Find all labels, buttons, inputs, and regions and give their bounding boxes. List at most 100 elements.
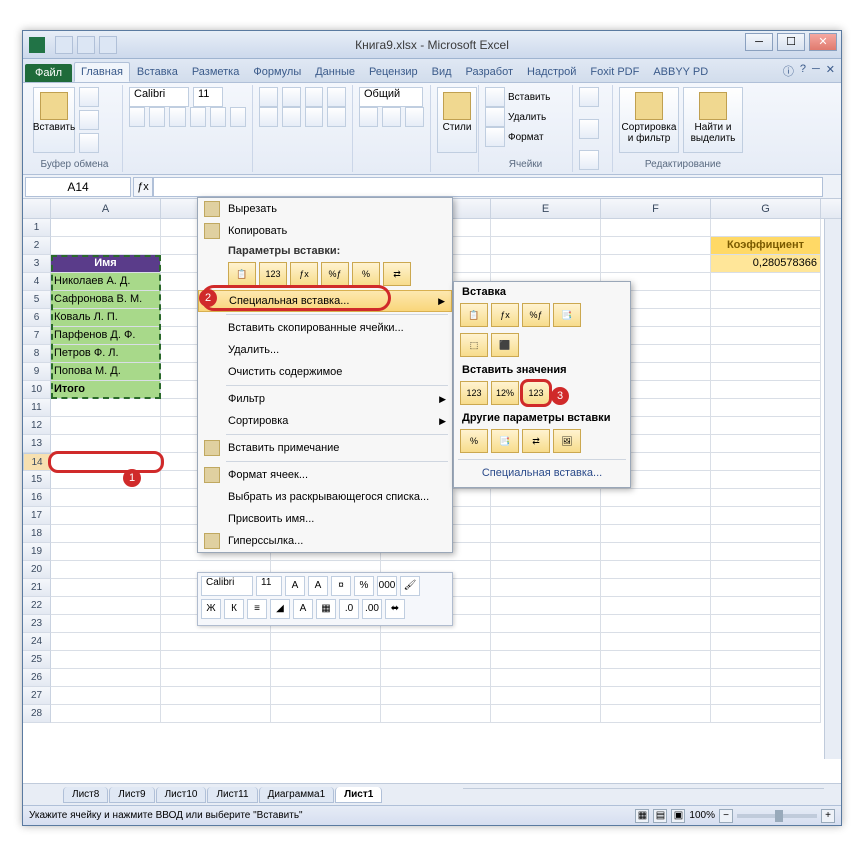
cell[interactable] xyxy=(491,237,601,255)
mini-font-size[interactable]: 11 xyxy=(256,576,282,596)
menu-special-paste[interactable]: Специальная вставка...▶ xyxy=(198,290,452,312)
cell[interactable] xyxy=(711,633,821,651)
menu-hyperlink[interactable]: Гиперссылка... xyxy=(198,530,452,552)
cell[interactable] xyxy=(711,615,821,633)
cell[interactable] xyxy=(491,597,601,615)
cell[interactable] xyxy=(601,489,711,507)
insert-cells-icon[interactable] xyxy=(485,87,505,107)
cell[interactable] xyxy=(601,597,711,615)
name-box[interactable]: A14 xyxy=(25,177,131,197)
row-header[interactable]: 5 xyxy=(23,291,51,309)
cell[interactable] xyxy=(491,219,601,237)
mini-border[interactable]: ▦ xyxy=(316,599,336,619)
cell[interactable] xyxy=(711,309,821,327)
cell[interactable] xyxy=(711,597,821,615)
sub-paste-noborders[interactable]: ⬚ xyxy=(460,333,488,357)
tab-foxit[interactable]: Foxit PDF xyxy=(583,62,646,82)
cell[interactable] xyxy=(711,435,821,453)
cell[interactable]: Коваль Л. П. xyxy=(51,309,161,327)
qat-redo-icon[interactable] xyxy=(99,36,117,54)
menu-sort[interactable]: Сортировка▶ xyxy=(198,410,452,432)
cell[interactable] xyxy=(601,651,711,669)
font-size-select[interactable]: 11 xyxy=(193,87,223,107)
cell[interactable] xyxy=(601,525,711,543)
styles-button[interactable]: Стили xyxy=(437,87,477,153)
tab-developer[interactable]: Разработ xyxy=(459,62,520,82)
comma-icon[interactable] xyxy=(405,107,424,127)
paste-percent-icon[interactable]: % xyxy=(352,262,380,286)
formula-input[interactable] xyxy=(153,177,823,197)
cell[interactable] xyxy=(161,633,271,651)
cell[interactable] xyxy=(491,651,601,669)
cell[interactable] xyxy=(601,561,711,579)
submenu-special-paste-link[interactable]: Специальная вставка... xyxy=(454,463,630,483)
ribbon-min-icon[interactable]: ─ xyxy=(812,63,820,79)
row-header[interactable]: 2 xyxy=(23,237,51,255)
menu-cut[interactable]: Вырезать xyxy=(198,198,452,220)
sub-paste-formulas-fmt[interactable]: %ƒ xyxy=(522,303,550,327)
cell[interactable] xyxy=(491,669,601,687)
cell[interactable]: Парфенов Д. Ф. xyxy=(51,327,161,345)
bold-button[interactable] xyxy=(129,107,145,127)
tab-layout[interactable]: Разметка xyxy=(185,62,247,82)
align-center[interactable] xyxy=(282,107,301,127)
cut-icon[interactable] xyxy=(79,87,99,107)
cell[interactable] xyxy=(491,705,601,723)
col-G[interactable]: G xyxy=(711,199,821,218)
qat-save-icon[interactable] xyxy=(55,36,73,54)
cell[interactable]: Имя xyxy=(51,255,161,273)
cell[interactable] xyxy=(601,255,711,273)
paste-formulas-fmt-icon[interactable]: %ƒ xyxy=(321,262,349,286)
paste-button[interactable]: Вставить xyxy=(33,87,75,153)
mini-grow-font[interactable]: A xyxy=(285,576,305,596)
row-header[interactable]: 6 xyxy=(23,309,51,327)
cell[interactable] xyxy=(711,327,821,345)
clear-icon[interactable] xyxy=(579,150,599,170)
row-header[interactable]: 16 xyxy=(23,489,51,507)
mini-fill-color[interactable]: ◢ xyxy=(270,599,290,619)
tab-addins[interactable]: Надстрой xyxy=(520,62,583,82)
cell[interactable] xyxy=(601,615,711,633)
cell[interactable] xyxy=(271,705,381,723)
mini-comma[interactable]: 000 xyxy=(377,576,397,596)
cell[interactable] xyxy=(711,381,821,399)
paste-formulas-icon[interactable]: ƒx xyxy=(290,262,318,286)
sub-values-srcfmt[interactable]: 123 xyxy=(522,381,550,405)
row-header[interactable]: 25 xyxy=(23,651,51,669)
row-header[interactable]: 21 xyxy=(23,579,51,597)
tab-review[interactable]: Рецензир xyxy=(362,62,425,82)
paste-all-icon[interactable]: 📋 xyxy=(228,262,256,286)
select-all-corner[interactable] xyxy=(23,199,51,218)
sub-values[interactable]: 123 xyxy=(460,381,488,405)
border-button[interactable] xyxy=(190,107,206,127)
merge[interactable] xyxy=(327,107,346,127)
cell[interactable] xyxy=(51,399,161,417)
sub-format[interactable]: % xyxy=(460,429,488,453)
mini-align[interactable]: ≡ xyxy=(247,599,267,619)
cell[interactable]: Николаев А. Д. xyxy=(51,273,161,291)
cell[interactable] xyxy=(601,633,711,651)
align-bot[interactable] xyxy=(305,87,324,107)
zoom-out-button[interactable]: − xyxy=(719,809,733,823)
row-header[interactable]: 15 xyxy=(23,471,51,489)
view-normal-icon[interactable]: ▦ xyxy=(635,809,649,823)
row-header[interactable]: 3 xyxy=(23,255,51,273)
cell[interactable] xyxy=(51,687,161,705)
cell[interactable] xyxy=(51,705,161,723)
sheet-tab[interactable]: Лист11 xyxy=(207,787,257,803)
menu-assign-name[interactable]: Присвоить имя... xyxy=(198,508,452,530)
menu-clear[interactable]: Очистить содержимое xyxy=(198,361,452,383)
cell[interactable] xyxy=(51,579,161,597)
mini-currency[interactable]: ¤ xyxy=(331,576,351,596)
sub-picture[interactable]: 🖼 xyxy=(553,429,581,453)
format-cells-icon[interactable] xyxy=(485,127,505,147)
sub-paste-widths[interactable]: ⬛ xyxy=(491,333,519,357)
vertical-scrollbar[interactable] xyxy=(824,219,841,759)
cell[interactable] xyxy=(601,219,711,237)
cell[interactable] xyxy=(491,255,601,273)
row-header[interactable]: 9 xyxy=(23,363,51,381)
cell[interactable] xyxy=(711,543,821,561)
menu-dropdown-list[interactable]: Выбрать из раскрывающегося списка... xyxy=(198,486,452,508)
row-header[interactable]: 4 xyxy=(23,273,51,291)
cell[interactable] xyxy=(51,561,161,579)
